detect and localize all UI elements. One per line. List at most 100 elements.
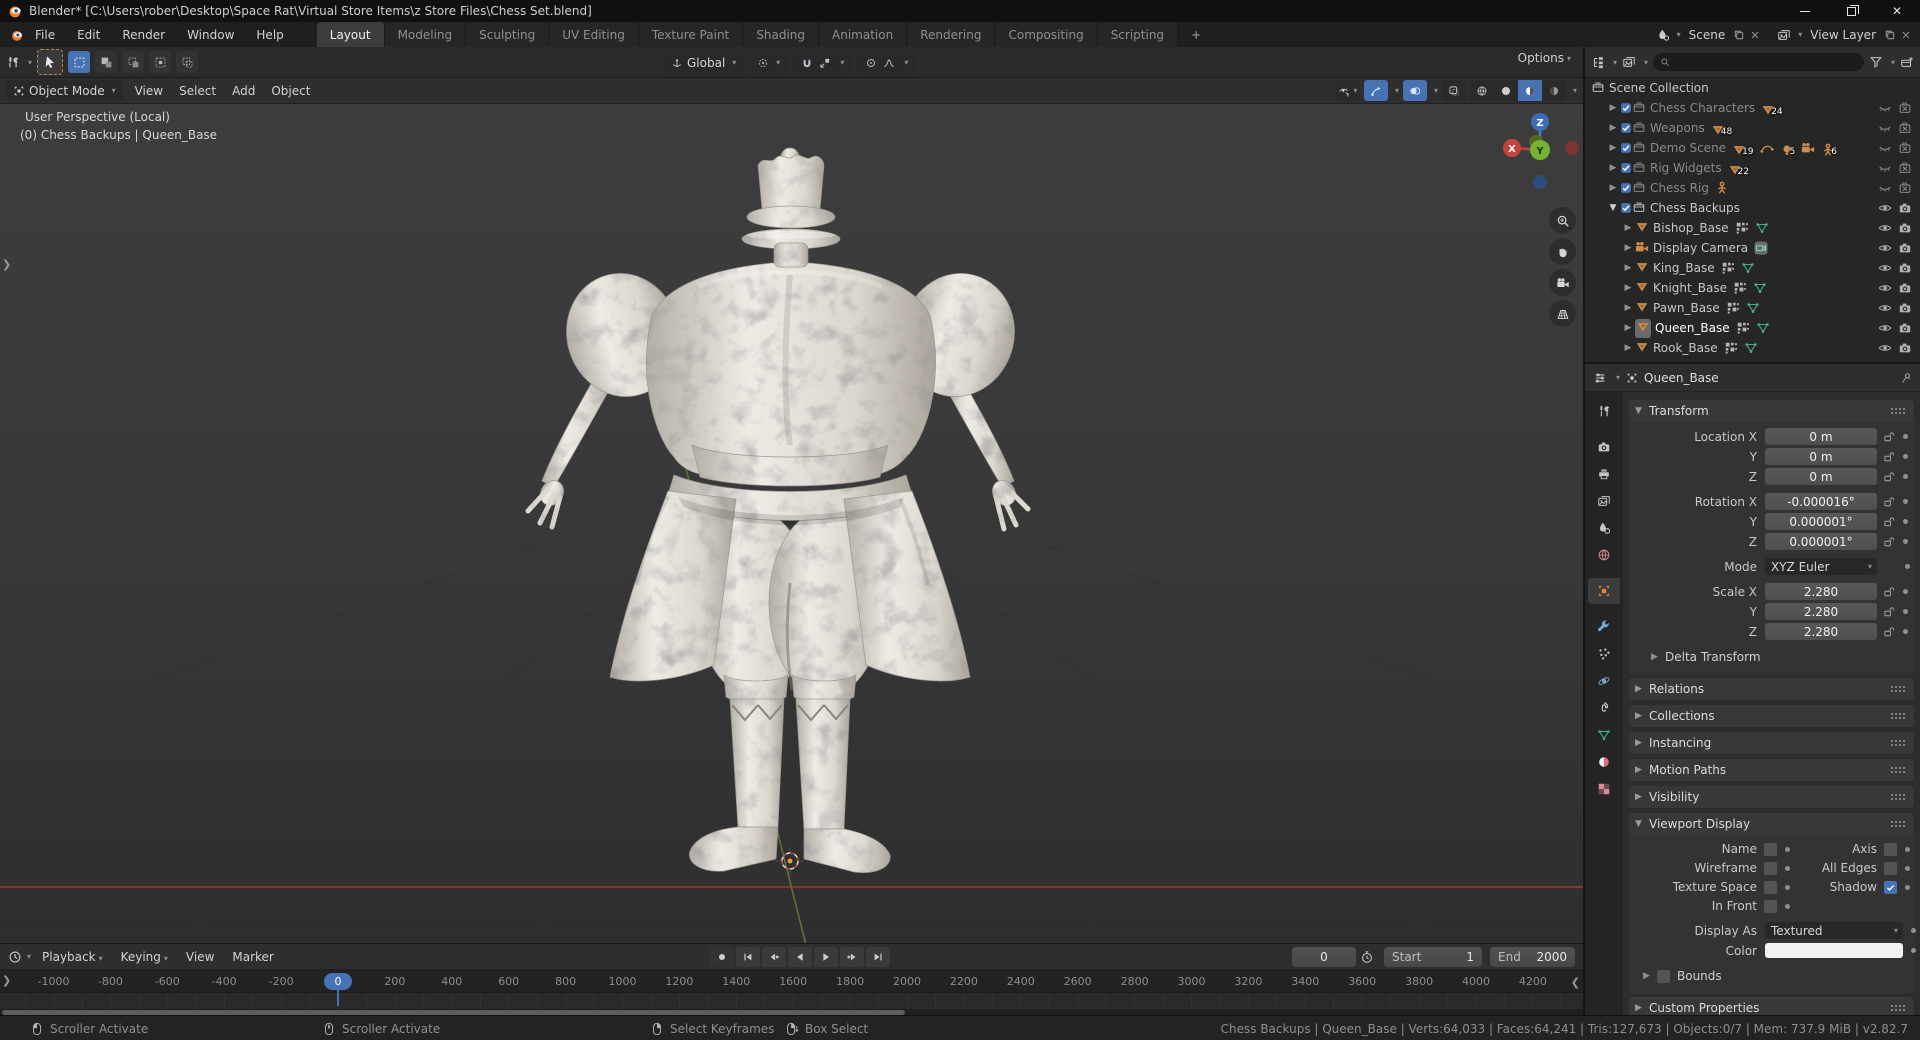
tab-layout[interactable]: Layout — [316, 22, 385, 47]
outliner-row-rig-widgets[interactable]: ▶ Rig Widgets 22 — [1585, 158, 1920, 178]
value-field[interactable]: 0.000001° — [1765, 513, 1877, 530]
animate-dot[interactable] — [1903, 499, 1908, 504]
outliner-row-knight-base[interactable]: ▶ Knight_Base — [1585, 278, 1920, 298]
properties-tab-world[interactable] — [1588, 542, 1620, 568]
filter-chevron-icon[interactable]: ▾ — [1891, 58, 1895, 67]
outliner-editor-chevron-icon[interactable]: ▾ — [1613, 58, 1617, 67]
viewport-menu-add[interactable]: Add — [224, 84, 263, 98]
properties-tab-physics[interactable] — [1588, 668, 1620, 694]
render-camera-icon[interactable] — [1898, 221, 1912, 235]
xray-toggle-button[interactable] — [1441, 80, 1466, 101]
instancing-panel-header[interactable]: ▶ Instancing — [1629, 732, 1914, 754]
play-reverse-button[interactable] — [788, 947, 812, 967]
delta-transform-subpanel[interactable]: ▶ Delta Transform — [1629, 647, 1910, 667]
jump-start-button[interactable] — [736, 947, 760, 967]
outliner-row-pawn-base[interactable]: ▶ Pawn_Base — [1585, 298, 1920, 318]
shading-solid-button[interactable] — [1494, 80, 1518, 101]
properties-tab-tool[interactable] — [1588, 398, 1620, 424]
outliner-row-bishop-base[interactable]: ▶ Bishop_Base — [1585, 218, 1920, 238]
select-mode-invert-button[interactable] — [149, 51, 172, 73]
properties-tab-material[interactable] — [1588, 749, 1620, 775]
outliner-row-chess-rig[interactable]: ▶ Chess Rig — [1585, 178, 1920, 198]
lock-open-icon[interactable] — [1883, 536, 1895, 548]
checkbox-checked-icon[interactable] — [1620, 162, 1632, 174]
timeline-editor-chevron-icon[interactable]: ▾ — [27, 952, 31, 961]
close-button[interactable]: ✕ — [1874, 0, 1920, 22]
gizmos-toggle-button[interactable] — [1363, 80, 1388, 101]
properties-tab-data[interactable] — [1588, 722, 1620, 748]
value-field[interactable]: -0.000016° — [1765, 493, 1877, 510]
collections-panel-header[interactable]: ▶ Collections — [1629, 705, 1914, 727]
properties-tab-view-layer[interactable] — [1588, 488, 1620, 514]
render-disabled-icon[interactable] — [1898, 141, 1912, 155]
expander-icon[interactable]: ▶ — [1606, 163, 1620, 173]
render-camera-icon[interactable] — [1898, 281, 1912, 295]
minimize-button[interactable] — [1782, 0, 1828, 22]
transform-panel-header[interactable]: ▼ Transform — [1629, 400, 1914, 422]
value-field[interactable]: 2.280 — [1765, 603, 1877, 620]
copy-scene-icon[interactable] — [1733, 29, 1745, 41]
eye-closed-icon[interactable] — [1878, 161, 1892, 175]
bounds-checkbox[interactable] — [1657, 969, 1670, 983]
checkbox-checked-icon[interactable] — [1620, 122, 1632, 134]
tab-compositing[interactable]: Compositing — [995, 22, 1098, 47]
jump-end-button[interactable] — [866, 947, 890, 967]
tab-sculpting[interactable]: Sculpting — [466, 22, 550, 47]
eye-closed-icon[interactable] — [1878, 121, 1892, 135]
overlays-dropdown[interactable]: ▾ — [1434, 86, 1438, 95]
lock-open-icon[interactable] — [1883, 606, 1895, 618]
select-mode-subtract-button[interactable] — [122, 51, 145, 73]
render-disabled-icon[interactable] — [1898, 101, 1912, 115]
tab-rendering[interactable]: Rendering — [907, 22, 996, 47]
motion-paths-panel-header[interactable]: ▶ Motion Paths — [1629, 759, 1914, 781]
transform-orientation-dropdown[interactable]: Global ▾ — [664, 51, 744, 74]
checkbox-checked-icon[interactable] — [1620, 142, 1632, 154]
outliner-editor-icon[interactable] — [1591, 55, 1605, 69]
falloff-curve-icon[interactable] — [883, 57, 895, 69]
drag-handle-dots[interactable] — [1890, 712, 1906, 720]
render-camera-icon[interactable] — [1898, 241, 1912, 255]
drag-handle-dots[interactable] — [1890, 1004, 1906, 1012]
pin-icon[interactable] — [1900, 372, 1912, 384]
drag-handle-dots[interactable] — [1890, 739, 1906, 747]
drag-handle-dots[interactable] — [1890, 685, 1906, 693]
camera-view-button[interactable] — [1549, 269, 1576, 296]
shading-rendered-button[interactable] — [1542, 80, 1566, 101]
animate-dot[interactable] — [1903, 589, 1908, 594]
eye-open-icon[interactable] — [1878, 281, 1892, 295]
lock-open-icon[interactable] — [1883, 431, 1895, 443]
prev-keyframe-button[interactable] — [762, 947, 786, 967]
expander-icon[interactable]: ▶ — [1606, 183, 1620, 193]
expander-icon[interactable]: ▶ — [1621, 223, 1635, 233]
object-color-swatch[interactable] — [1765, 943, 1903, 958]
magnet-icon[interactable] — [801, 57, 813, 69]
properties-editor-chevron-icon[interactable]: ▾ — [1616, 373, 1620, 382]
menu-window[interactable]: Window — [176, 22, 245, 47]
gizmos-dropdown[interactable]: ▾ — [1395, 86, 1399, 95]
current-frame-field[interactable]: 0 — [1292, 947, 1356, 967]
play-button[interactable] — [814, 947, 838, 967]
value-field[interactable]: 2.280 — [1765, 583, 1877, 600]
shading-dropdown[interactable]: ▾ — [1573, 86, 1577, 95]
axis-checkbox[interactable] — [1884, 842, 1897, 856]
value-field[interactable]: 0 m — [1765, 448, 1877, 465]
animate-dot[interactable] — [1905, 884, 1910, 890]
options-dropdown[interactable]: Options ▾ — [1518, 51, 1571, 65]
expander-icon[interactable]: ▶ — [1621, 323, 1635, 333]
frame-start-field[interactable]: Start 1 — [1384, 947, 1482, 967]
outliner-row-weapons[interactable]: ▶ Weapons 48 — [1585, 118, 1920, 138]
render-camera-icon[interactable] — [1898, 261, 1912, 275]
bounds-subpanel[interactable]: ▶ Bounds — [1629, 966, 1910, 986]
animate-dot[interactable] — [1903, 474, 1908, 479]
render-camera-icon[interactable] — [1898, 201, 1912, 215]
render-disabled-icon[interactable] — [1898, 181, 1912, 195]
menu-edit[interactable]: Edit — [66, 22, 111, 47]
editor-type-icon[interactable] — [6, 55, 20, 69]
viewport-display-panel-header[interactable]: ▼ Viewport Display — [1629, 813, 1914, 835]
render-disabled-icon[interactable] — [1898, 161, 1912, 175]
properties-editor-icon[interactable] — [1593, 371, 1607, 385]
viewport-menu-select[interactable]: Select — [171, 84, 224, 98]
record-button[interactable] — [710, 947, 734, 967]
tab-uv-editing[interactable]: UV Editing — [549, 22, 639, 47]
remove-view-layer-icon[interactable] — [1900, 29, 1912, 41]
